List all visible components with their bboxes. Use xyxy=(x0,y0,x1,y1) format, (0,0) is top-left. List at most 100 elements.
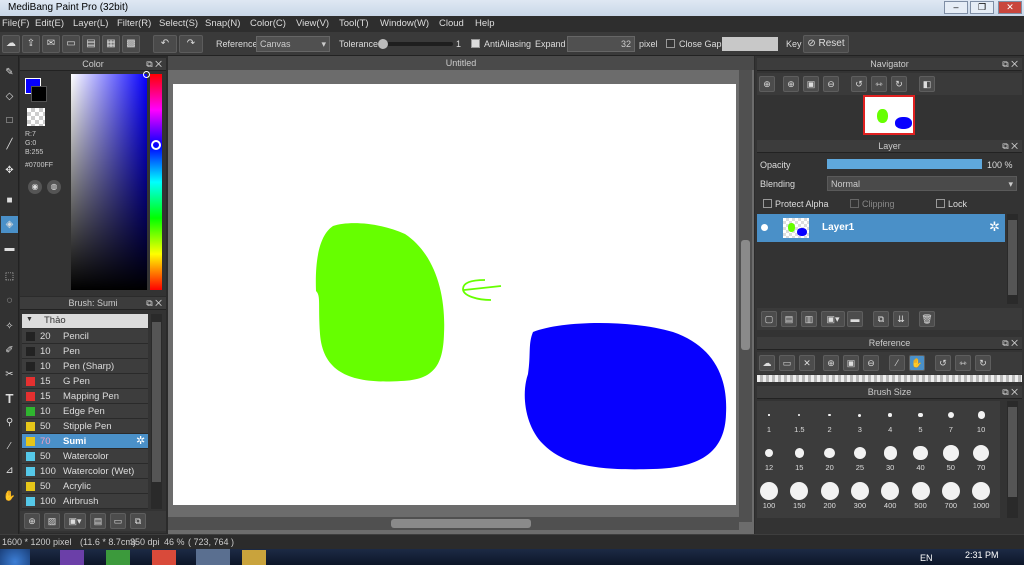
menu-layer[interactable]: Layer(L) xyxy=(73,18,108,29)
layer-row[interactable]: Layer1 ✲ xyxy=(757,214,1005,242)
brush-item[interactable]: 100 Airbrush xyxy=(22,494,148,509)
mirror-icon[interactable]: ◧ xyxy=(919,76,935,92)
horizontal-scrollbar[interactable] xyxy=(168,517,739,530)
new-1bit-layer-icon[interactable]: ▥ xyxy=(801,311,817,327)
menu-view[interactable]: View(V) xyxy=(296,18,329,29)
brush-size-dot[interactable] xyxy=(828,413,831,417)
comment-icon[interactable]: ✉ xyxy=(42,35,60,53)
eraser-tool-icon[interactable]: ◇ xyxy=(1,88,18,105)
redo-button[interactable]: ↷ xyxy=(179,35,203,53)
brush-list-scroll-thumb[interactable] xyxy=(152,322,161,482)
chrome-taskbar-icon[interactable] xyxy=(152,550,176,565)
close-reference-icon[interactable]: ✕ xyxy=(799,355,815,371)
menu-window[interactable]: Window(W) xyxy=(380,18,429,29)
layer-scroll-thumb[interactable] xyxy=(1008,220,1017,295)
eyedropper-tool-icon[interactable]: ⊿ xyxy=(1,462,18,479)
brush-item[interactable]: 20 Pencil xyxy=(22,329,148,344)
palette-icon[interactable]: ◉ xyxy=(28,180,42,194)
reference-hand-icon[interactable]: ✋ xyxy=(909,355,925,371)
select-tool-icon[interactable]: ⬚ xyxy=(1,268,18,285)
start-button[interactable] xyxy=(0,549,30,565)
reference-rotate-right-icon[interactable]: ↻ xyxy=(975,355,991,371)
brush-size-dot[interactable] xyxy=(760,482,778,500)
brush-copy-icon[interactable]: ⧉ xyxy=(130,513,146,529)
collapse-icon[interactable]: ▼ xyxy=(26,316,33,323)
saturation-value-box[interactable] xyxy=(71,71,150,290)
brush-tool-icon[interactable]: ✎ xyxy=(1,64,18,81)
canvas-tab[interactable]: Untitled xyxy=(168,56,754,70)
grid-icon[interactable]: ▦ xyxy=(102,35,120,53)
brush-size-dot[interactable] xyxy=(768,414,770,416)
select-pen-tool-icon[interactable]: ✐ xyxy=(1,342,18,359)
select-eraser-tool-icon[interactable]: ✂ xyxy=(1,366,18,383)
brush-size-scroll-thumb[interactable] xyxy=(1008,407,1017,497)
magic-wand-tool-icon[interactable]: ✧ xyxy=(1,318,18,335)
reference-cloud-icon[interactable]: ☁ xyxy=(759,355,775,371)
folder-icon[interactable]: ▬ xyxy=(847,311,863,327)
menu-edit[interactable]: Edit(E) xyxy=(35,18,64,29)
gradient-tool-icon[interactable]: ▬ xyxy=(1,240,18,257)
brush-size-dot[interactable] xyxy=(972,444,990,462)
lock-checkbox[interactable] xyxy=(936,199,945,208)
brush-size-dot[interactable] xyxy=(790,482,809,500)
menu-color[interactable]: Color(C) xyxy=(250,18,286,29)
zoom-in-icon[interactable]: ⊕ xyxy=(759,76,775,92)
brush-size-dot[interactable] xyxy=(972,482,991,500)
brush-item[interactable]: 70 Sumi ✲ xyxy=(22,434,148,449)
drawing-canvas[interactable] xyxy=(173,84,736,505)
dropper-tool-icon[interactable]: ⁄ xyxy=(1,438,18,455)
dot-tool-icon[interactable]: □ xyxy=(1,112,18,129)
text-tool-icon[interactable]: T xyxy=(1,390,18,407)
brush-size-dot[interactable] xyxy=(977,411,985,419)
blending-select[interactable]: Normal ▾ xyxy=(827,176,1017,191)
brush-item[interactable]: 15 Mapping Pen xyxy=(22,389,148,404)
brush-size-dot[interactable] xyxy=(858,413,862,417)
tiles-icon[interactable]: ▩ xyxy=(122,35,140,53)
reference-zoom-out-icon[interactable]: ⊖ xyxy=(863,355,879,371)
minimize-button[interactable]: – xyxy=(944,1,968,14)
protect-alpha-checkbox[interactable] xyxy=(763,199,772,208)
panel-controls-icon[interactable]: ⧉ ✕ xyxy=(1002,386,1018,399)
brush-item[interactable]: 50 Acrylic xyxy=(22,479,148,494)
brush-size-dot[interactable] xyxy=(911,482,930,500)
zoom-plus-icon[interactable]: ⊕ xyxy=(783,76,799,92)
layer-list-scrollbar[interactable] xyxy=(1007,214,1018,304)
navigator-preview[interactable] xyxy=(863,95,915,135)
brush-list-scrollbar[interactable] xyxy=(151,314,162,509)
brush-menu-icon[interactable]: ▣▾ xyxy=(64,513,86,529)
medibang-taskbar-icon[interactable] xyxy=(196,549,230,565)
lasso-tool-icon[interactable]: ◌ xyxy=(1,292,18,309)
zoom-out-icon[interactable]: ⊖ xyxy=(823,76,839,92)
layer-menu-icon[interactable]: ▣▾ xyxy=(821,311,845,327)
language-indicator[interactable]: EN xyxy=(920,553,933,563)
panel-controls-icon[interactable]: ⧉ ✕ xyxy=(146,297,162,310)
brush-size-dot[interactable] xyxy=(888,413,892,417)
brush-image-icon[interactable]: ▨ xyxy=(44,513,60,529)
hand-tool-icon[interactable]: ✋ xyxy=(1,488,18,505)
menu-tool[interactable]: Tool(T) xyxy=(339,18,369,29)
brush-item[interactable]: 10 Pen xyxy=(22,344,148,359)
antialiasing-checkbox[interactable] xyxy=(471,39,480,48)
hue-slider-thumb[interactable] xyxy=(151,140,161,150)
line-tool-icon[interactable]: ╱ xyxy=(1,136,18,153)
new-layer-icon[interactable]: ▢ xyxy=(761,311,777,327)
brush-item[interactable]: 10 Pen (Sharp) xyxy=(22,359,148,374)
brush-page-icon[interactable]: ▤ xyxy=(90,513,106,529)
close-gaps-checkbox[interactable] xyxy=(666,39,675,48)
visibility-icon[interactable] xyxy=(761,224,768,231)
rect-fill-tool-icon[interactable]: ■ xyxy=(1,192,18,209)
rotate-left-icon[interactable]: ↺ xyxy=(851,76,867,92)
secondary-color-swatch[interactable] xyxy=(31,86,47,102)
close-button[interactable]: ✕ xyxy=(998,1,1022,14)
reset-button[interactable]: ⊘ Reset xyxy=(803,35,849,53)
open-file-icon[interactable]: ▭ xyxy=(779,355,795,371)
rotate-right-icon[interactable]: ↻ xyxy=(891,76,907,92)
brush-size-dot[interactable] xyxy=(947,412,954,418)
trash-icon[interactable]: 🗑 xyxy=(919,311,935,327)
tolerance-slider[interactable] xyxy=(378,39,453,49)
menu-cloud[interactable]: Cloud xyxy=(439,18,464,29)
brush-size-dot[interactable] xyxy=(764,448,774,458)
brush-size-dot[interactable] xyxy=(881,482,900,500)
menu-help[interactable]: Help xyxy=(475,18,495,29)
move-tool-icon[interactable]: ✥ xyxy=(1,162,18,179)
